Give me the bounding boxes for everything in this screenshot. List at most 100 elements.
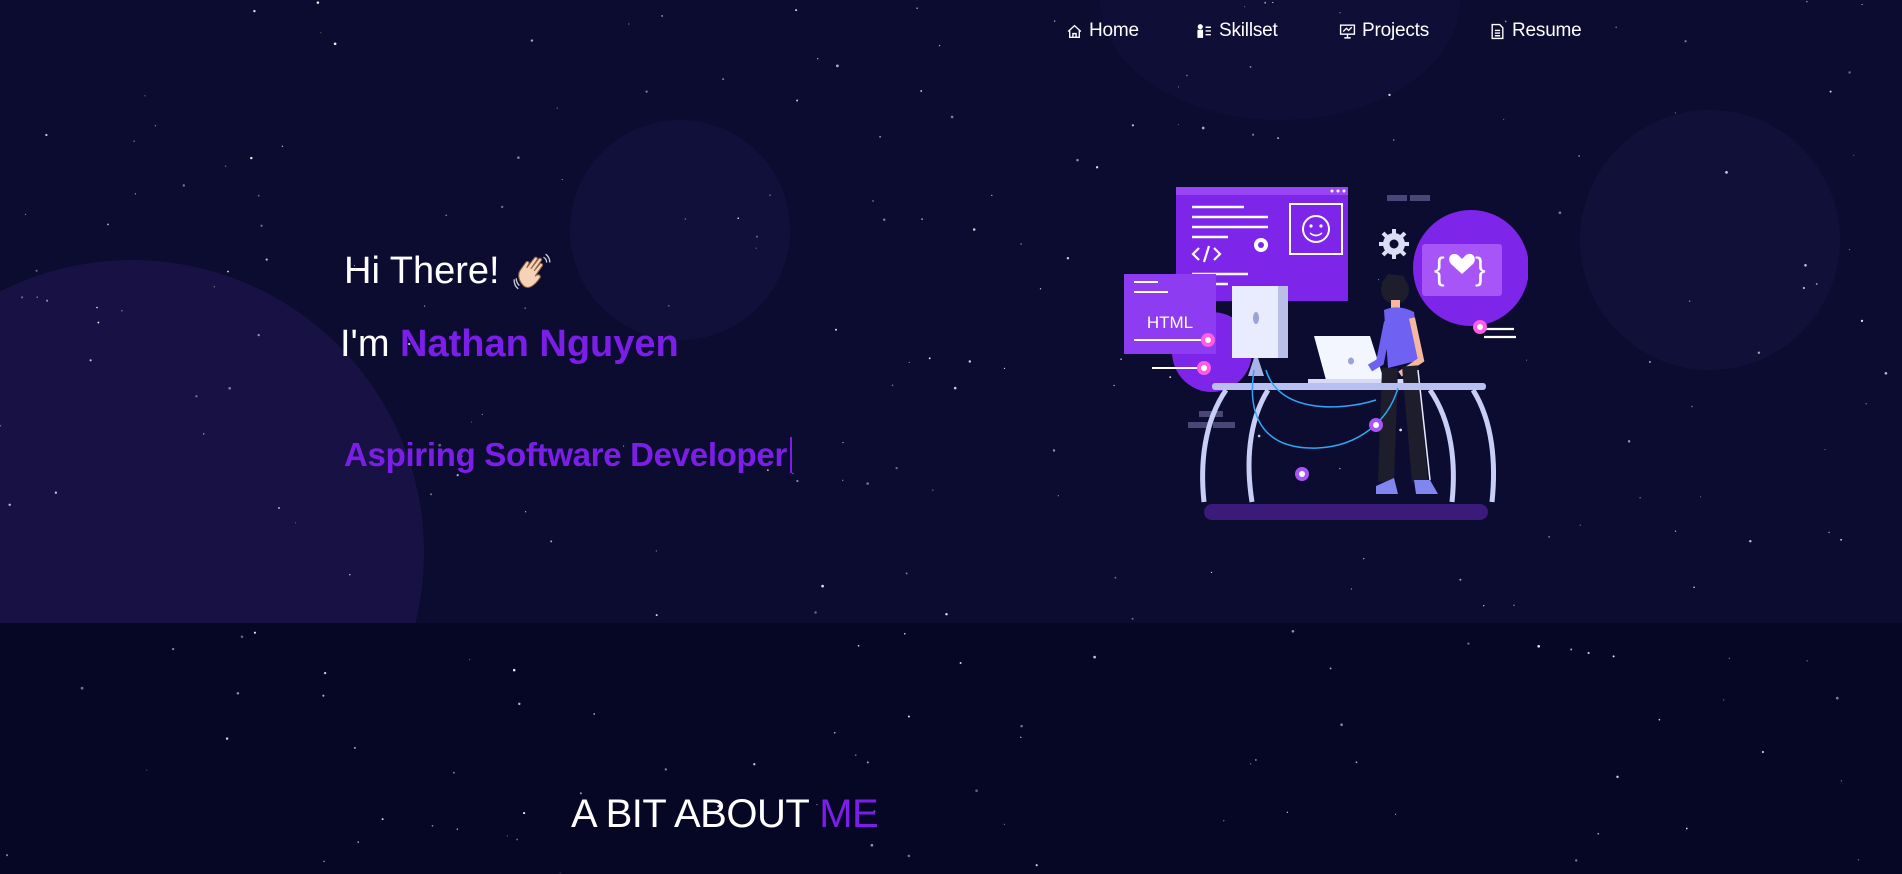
star: [1860, 319, 1864, 323]
greeting-text: Hi There!: [344, 250, 500, 292]
star: [668, 305, 670, 307]
star: [920, 90, 923, 92]
star: [836, 64, 839, 68]
star: [431, 824, 434, 827]
star: [316, 1, 320, 4]
star: [1329, 667, 1332, 670]
star: [561, 179, 563, 181]
star: [905, 572, 908, 575]
star: [1840, 780, 1843, 782]
star: [260, 224, 263, 227]
star: [323, 671, 327, 675]
star: [1459, 578, 1462, 581]
star: [171, 647, 175, 651]
star: [907, 715, 910, 718]
star: [916, 7, 918, 9]
nav-home-link[interactable]: Home: [1066, 18, 1139, 44]
star: [6, 854, 9, 857]
star: [524, 511, 527, 513]
star: [240, 635, 244, 638]
star: [891, 384, 894, 387]
star: [857, 645, 860, 647]
star: [1674, 112, 1676, 114]
star: [1848, 71, 1851, 74]
star: [1395, 813, 1397, 815]
star: [1177, 124, 1179, 126]
star: [1804, 264, 1807, 267]
star: [645, 90, 648, 93]
desk: [1200, 369, 1497, 520]
star: [1131, 617, 1134, 620]
star: [452, 771, 455, 774]
star: [684, 218, 687, 220]
star: [96, 306, 98, 309]
star: [1066, 256, 1070, 260]
star: [227, 270, 229, 273]
star: [1857, 858, 1860, 861]
star: [908, 361, 910, 363]
star: [1806, 0, 1808, 3]
star: [1723, 699, 1725, 701]
star: [655, 550, 657, 552]
star: [322, 694, 325, 697]
developer-illustration: HTML { }: [1124, 187, 1528, 520]
nav-projects-label: Projects: [1362, 20, 1430, 41]
star: [1757, 351, 1761, 354]
star: [1639, 497, 1641, 499]
star: [932, 489, 934, 491]
role-text: Aspiring Software Developer: [344, 436, 788, 473]
nav-skillset-link[interactable]: Skillset: [1196, 18, 1278, 44]
star: [516, 838, 518, 841]
star: [1114, 576, 1117, 579]
about-heading: A BIT ABOUT ME: [571, 792, 879, 837]
star: [1350, 588, 1352, 590]
star: [1131, 124, 1135, 127]
star: [1627, 440, 1631, 443]
star: [54, 491, 58, 494]
star: [1340, 723, 1343, 727]
star: [1674, 530, 1677, 532]
star: [1570, 648, 1573, 651]
star: [146, 769, 148, 771]
star: [991, 194, 993, 196]
star: [833, 731, 836, 734]
star: [959, 661, 962, 665]
star: [121, 310, 123, 312]
star: [36, 296, 38, 298]
star: [1113, 384, 1115, 387]
star: [0, 424, 2, 427]
typing-cursor: [790, 437, 793, 473]
star: [1829, 90, 1832, 93]
star: [795, 9, 798, 12]
star: [753, 763, 756, 766]
nav-resume-link[interactable]: Resume: [1489, 18, 1582, 44]
star: [1824, 449, 1826, 451]
star: [1483, 605, 1485, 607]
star: [1853, 154, 1855, 156]
star: [278, 507, 280, 509]
star: [842, 479, 844, 481]
star: [456, 828, 459, 830]
star: [755, 235, 759, 238]
star: [1815, 283, 1818, 285]
star: [1861, 3, 1863, 6]
star: [895, 466, 898, 470]
presentation-icon: [1339, 23, 1356, 39]
star: [1277, 137, 1280, 140]
star: [1095, 166, 1099, 169]
star: [97, 321, 100, 324]
star: [381, 818, 384, 821]
star: [1093, 655, 1096, 659]
star: [817, 58, 819, 60]
star: [722, 78, 725, 81]
star: [1186, 74, 1188, 77]
star: [1835, 696, 1839, 700]
nav-projects-link[interactable]: Projects: [1339, 18, 1429, 44]
star: [907, 854, 911, 858]
star: [35, 269, 38, 272]
star: [928, 357, 931, 360]
star: [1725, 171, 1728, 174]
about-heading-main: A BIT ABOUT: [571, 792, 809, 836]
html-card-label: HTML: [1147, 313, 1193, 332]
gear-icon: [1254, 238, 1268, 252]
